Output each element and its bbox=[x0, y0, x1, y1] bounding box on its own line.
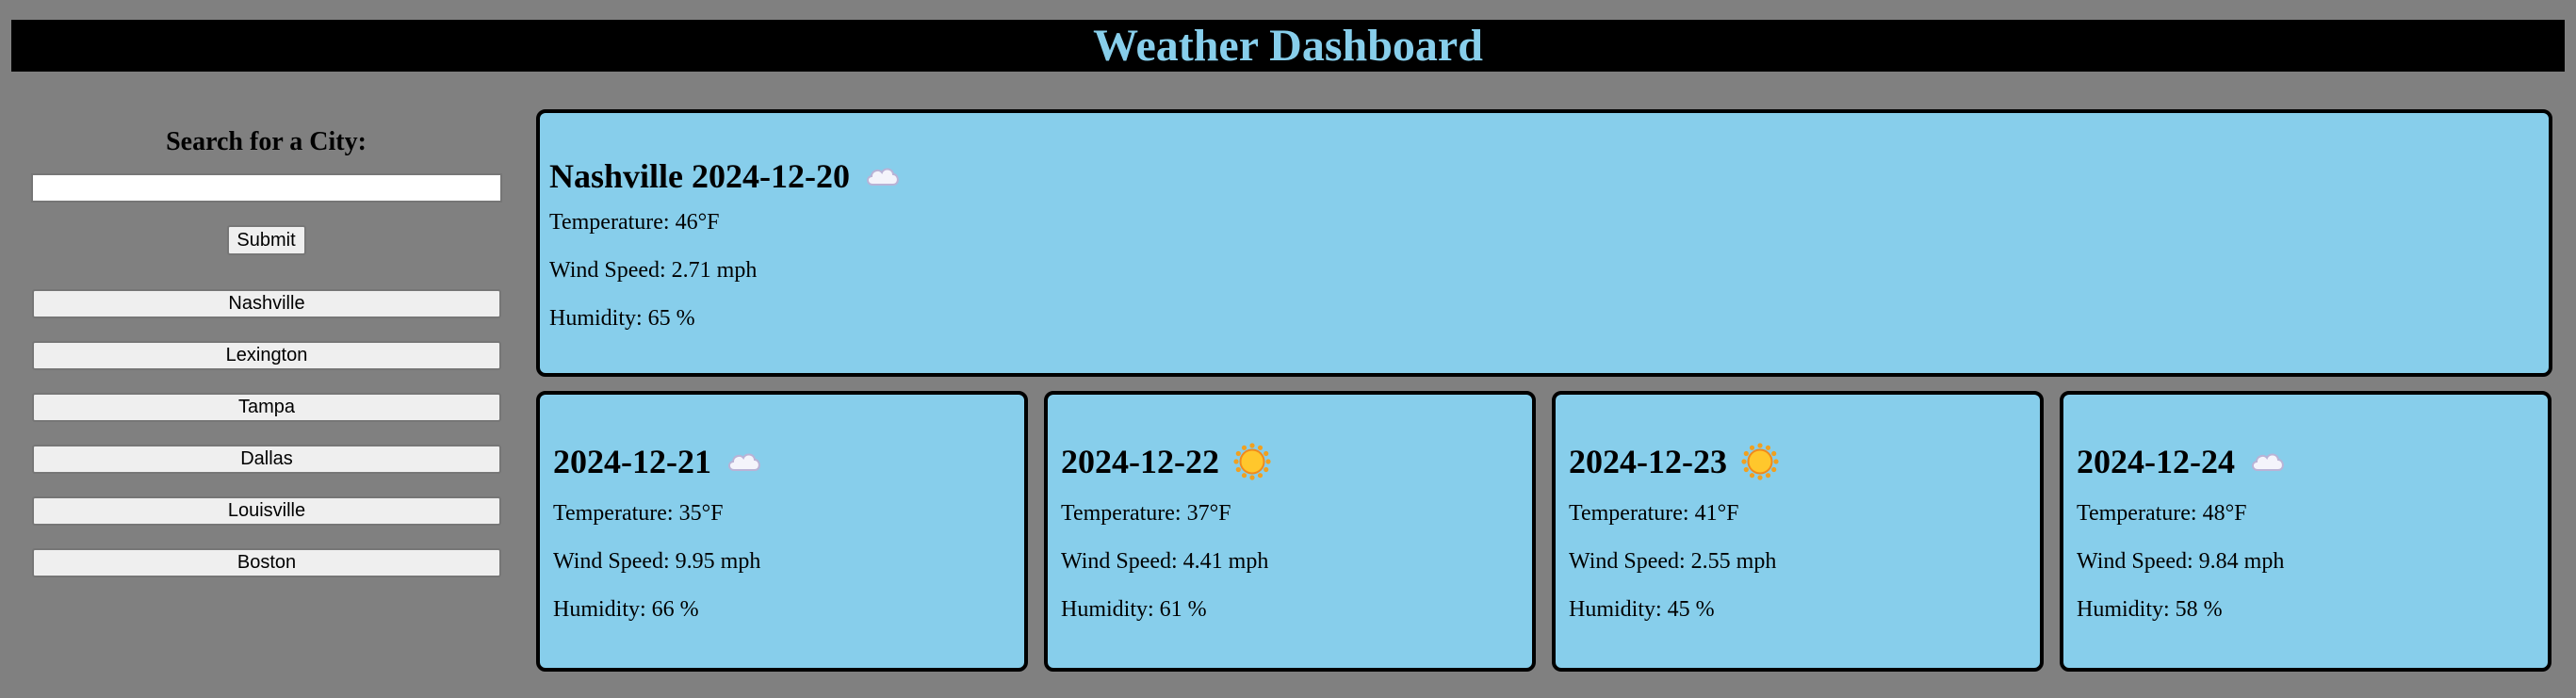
forecast-card: 2024-12-23 Temperature: 41°F Wind Speed:… bbox=[1552, 391, 2044, 672]
cloud-icon bbox=[863, 156, 903, 196]
forecast-card: 2024-12-21 Temperature: 35°F Wind Speed:… bbox=[536, 391, 1028, 672]
forecast-date: 2024-12-22 bbox=[1061, 443, 1219, 480]
city-button-tampa[interactable]: Tampa bbox=[32, 393, 501, 422]
header-bar: Weather Dashboard bbox=[11, 20, 2565, 72]
forecast-title: 2024-12-24 bbox=[2077, 442, 2548, 481]
forecast-humidity: Humidity: 66 % bbox=[553, 597, 699, 622]
forecast-temperature: Temperature: 37°F bbox=[1061, 501, 1231, 526]
forecast-temperature: Temperature: 48°F bbox=[2077, 501, 2247, 526]
city-button-louisville[interactable]: Louisville bbox=[32, 496, 501, 526]
current-weather-card: Nashville 2024-12-20 Temperature: 46°F W… bbox=[536, 109, 2552, 377]
sun-icon bbox=[1740, 442, 1780, 481]
current-city-name: Nashville bbox=[549, 157, 684, 195]
forecast-title: 2024-12-21 bbox=[553, 442, 1024, 481]
forecast-card: 2024-12-22 Temperature: 37°F Wind Speed:… bbox=[1044, 391, 1536, 672]
current-weather-title: Nashville 2024-12-20 bbox=[549, 156, 2549, 196]
sun-icon bbox=[1232, 442, 1272, 481]
current-date: 2024-12-20 bbox=[692, 157, 850, 195]
city-button-boston[interactable]: Boston bbox=[32, 548, 501, 577]
forecast-date: 2024-12-24 bbox=[2077, 443, 2235, 480]
forecast-title: 2024-12-23 bbox=[1569, 442, 2040, 481]
forecast-wind-speed: Wind Speed: 2.55 mph bbox=[1569, 549, 1777, 574]
forecast-humidity: Humidity: 45 % bbox=[1569, 597, 1715, 622]
current-temperature: Temperature: 46°F bbox=[549, 210, 720, 235]
forecast-card: 2024-12-24 Temperature: 48°F Wind Speed:… bbox=[2060, 391, 2552, 672]
city-search-input[interactable] bbox=[31, 173, 502, 203]
forecast-humidity: Humidity: 58 % bbox=[2077, 597, 2223, 622]
page-title: Weather Dashboard bbox=[1093, 21, 1483, 71]
forecast-wind-speed: Wind Speed: 9.84 mph bbox=[2077, 549, 2285, 574]
forecast-wind-speed: Wind Speed: 4.41 mph bbox=[1061, 549, 1269, 574]
forecast-wind-speed: Wind Speed: 9.95 mph bbox=[553, 549, 761, 574]
city-history-list: Nashville Lexington Tampa Dallas Louisvi… bbox=[28, 289, 504, 577]
submit-button[interactable]: Submit bbox=[226, 225, 306, 255]
submit-row: Submit bbox=[28, 225, 504, 255]
forecast-date: 2024-12-21 bbox=[553, 443, 711, 480]
current-humidity: Humidity: 65 % bbox=[549, 306, 695, 331]
search-heading: Search for a City: bbox=[166, 127, 367, 156]
current-wind-speed: Wind Speed: 2.71 mph bbox=[549, 258, 758, 283]
search-sidebar: Search for a City: Submit Nashville Lexi… bbox=[28, 111, 504, 600]
forecast-humidity: Humidity: 61 % bbox=[1061, 597, 1207, 622]
cloud-icon bbox=[725, 442, 764, 481]
city-button-nashville[interactable]: Nashville bbox=[32, 289, 501, 318]
city-button-lexington[interactable]: Lexington bbox=[32, 341, 501, 370]
cloud-icon bbox=[2248, 442, 2288, 481]
forecast-temperature: Temperature: 35°F bbox=[553, 501, 724, 526]
forecast-title: 2024-12-22 bbox=[1061, 442, 1532, 481]
city-button-dallas[interactable]: Dallas bbox=[32, 445, 501, 474]
forecast-date: 2024-12-23 bbox=[1569, 443, 1727, 480]
forecast-temperature: Temperature: 41°F bbox=[1569, 501, 1739, 526]
